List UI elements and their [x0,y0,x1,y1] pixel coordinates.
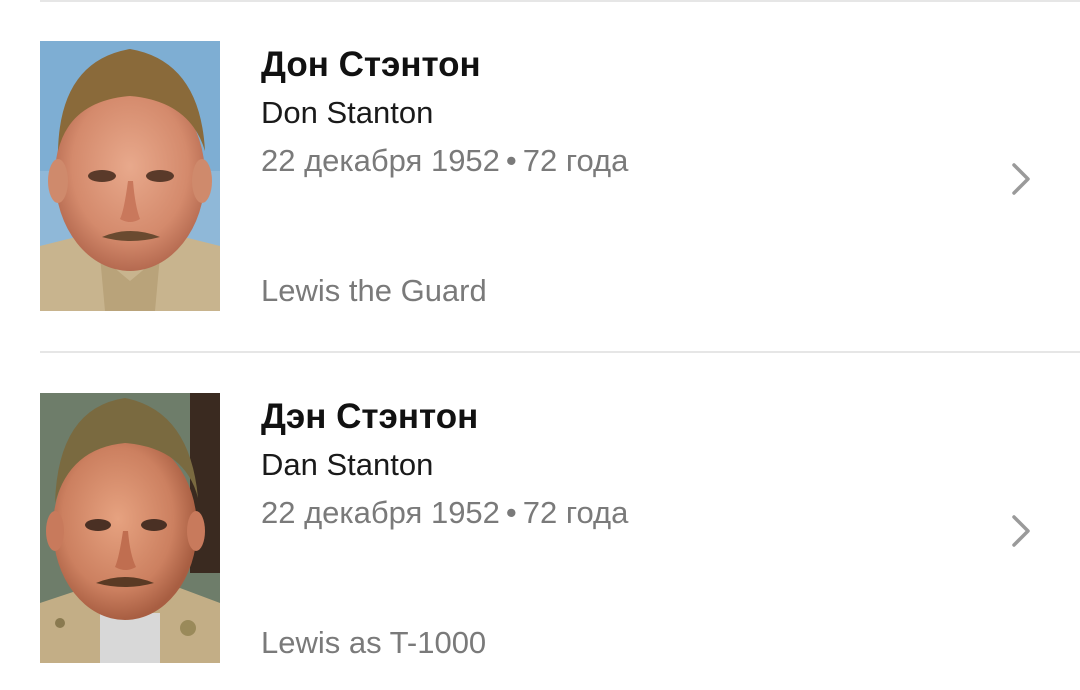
actor-name-russian: Дон Стэнтон [261,45,481,84]
chevron-right-icon[interactable] [1008,511,1036,551]
actor-photo [40,41,220,311]
actor-name-english: Dan Stanton [261,447,434,482]
row-divider [40,351,1080,353]
cast-list-item-don-stanton[interactable]: Дон Стэнтон Don Stanton 22 декабря 1952 •… [0,41,1080,313]
age: 72 года [522,495,629,530]
birth-info: 22 декабря 1952 • 72 года [261,141,628,181]
character-role: Lewis as T-1000 [261,625,487,660]
separator-dot: • [505,495,517,530]
top-divider [40,0,1080,2]
character-role: Lewis the Guard [261,273,487,308]
cast-list-item-dan-stanton[interactable]: Дэн Стэнтон Dan Stanton 22 декабря 1952 •… [0,393,1080,665]
birth-info: 22 декабря 1952 • 72 года [261,493,628,533]
separator-dot: • [505,143,517,178]
chevron-right-icon[interactable] [1008,159,1036,199]
age: 72 года [522,143,629,178]
actor-photo [40,393,220,663]
birth-date: 22 декабря 1952 [261,495,500,530]
actor-name-english: Don Stanton [261,95,434,130]
birth-date: 22 декабря 1952 [261,143,500,178]
actor-name-russian: Дэн Стэнтон [261,397,479,436]
